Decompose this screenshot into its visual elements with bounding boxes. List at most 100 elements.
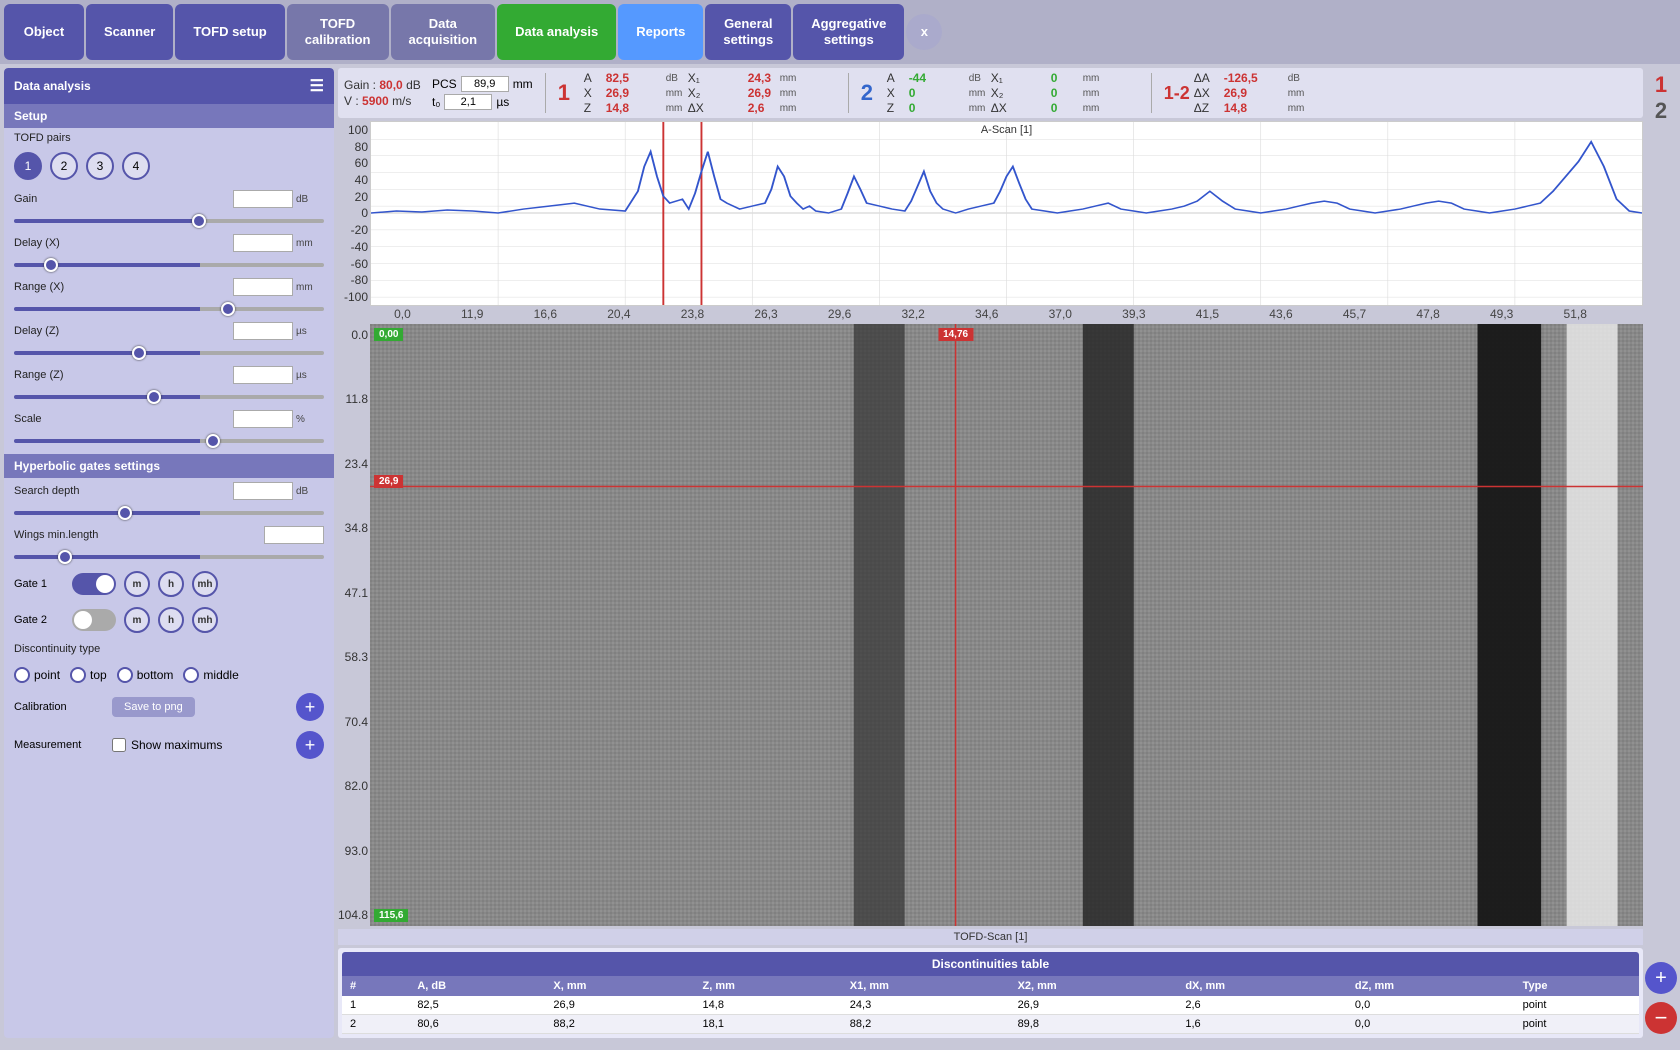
scale-unit: % [296, 414, 324, 425]
gate2-toggle[interactable] [72, 609, 116, 631]
save-png-button[interactable]: Save to png [112, 697, 195, 717]
pair-4[interactable]: 4 [122, 152, 150, 180]
search-depth-row: Search depth 12 dB [4, 478, 334, 502]
t0-label: t₀ [432, 95, 440, 109]
gate1-row: Gate 1 m h mh [4, 566, 334, 602]
scale-input[interactable]: 100 [233, 410, 293, 428]
nav-general-settings[interactable]: General settings [705, 4, 791, 60]
nav-object[interactable]: Object [4, 4, 84, 60]
tofd-y-axis: 0.0 11.8 23.4 34.8 47.1 58.3 70.4 82.0 9… [338, 324, 368, 926]
gate1-toggle[interactable] [72, 573, 116, 595]
nav-tofd-calibration[interactable]: TOFD calibration [287, 4, 389, 60]
xlab-16: 51,8 [1564, 307, 1587, 321]
nav-data-analysis[interactable]: Data analysis [497, 4, 616, 60]
delay-x-row: Delay (X) 0 mm [4, 230, 334, 254]
show-maximums-checkbox[interactable] [112, 738, 126, 752]
gate2-m-btn[interactable]: m [124, 607, 150, 633]
side-marker-2[interactable]: 2 [1655, 98, 1667, 124]
gain-slider-row [4, 210, 334, 230]
left-panel: Data analysis ☰ Setup TOFD pairs 1 2 3 4… [4, 68, 334, 1038]
show-maximums-label[interactable]: Show maximums [112, 738, 222, 752]
xlab-12: 43,6 [1269, 307, 1292, 321]
delay-z-input[interactable]: 41 [233, 322, 293, 340]
tofd-pairs-label: TOFD pairs [14, 132, 324, 144]
radio-point-icon [14, 667, 30, 683]
table-minus-button[interactable]: − [1645, 1002, 1677, 1034]
nav-data-acquisition[interactable]: Data acquisition [391, 4, 496, 60]
wings-slider[interactable] [14, 555, 324, 559]
nav-aggregative-settings[interactable]: Aggregative settings [793, 4, 904, 60]
m2-x2-label: X₂ [991, 86, 1047, 100]
gate1-mh-btn[interactable]: mh [192, 571, 218, 597]
ascan-area: 100 80 60 40 20 0 -20 -40 -60 -80 -100 A… [338, 121, 1643, 306]
row2-z: 18,1 [695, 1015, 842, 1034]
search-depth-slider[interactable] [14, 511, 324, 515]
m1-a-val: 82,5 [606, 71, 662, 85]
m2-a-label: A [887, 71, 905, 85]
ascan-y-40: 40 [338, 173, 368, 187]
pair-3[interactable]: 3 [86, 152, 114, 180]
gate1-m-btn[interactable]: m [124, 571, 150, 597]
m2-z-val: 0 [909, 101, 965, 115]
search-depth-input[interactable]: 12 [233, 482, 293, 500]
gain-label: Gain [14, 193, 233, 205]
ascan-container[interactable]: A-Scan [1] [370, 121, 1643, 306]
wings-input[interactable]: 5 [264, 526, 324, 544]
m1-x2-label: X₂ [688, 86, 744, 100]
range-x-slider[interactable] [14, 307, 324, 311]
row2-num: 2 [342, 1015, 409, 1034]
m1-dx-unit: mm [780, 103, 836, 114]
gate2-h-btn[interactable]: h [158, 607, 184, 633]
delay-x-input[interactable]: 0 [233, 234, 293, 252]
range-z-input[interactable]: 35 [233, 366, 293, 384]
pcs-input[interactable] [461, 76, 509, 92]
range-z-slider-row [4, 386, 334, 406]
delay-x-slider[interactable] [14, 263, 324, 267]
pair-2[interactable]: 2 [50, 152, 78, 180]
nav-reports[interactable]: Reports [618, 4, 703, 60]
col-type: Type [1515, 976, 1639, 996]
disc-type-middle[interactable]: middle [183, 667, 238, 683]
pair-1[interactable]: 1 [14, 152, 42, 180]
row2-x1: 88,2 [842, 1015, 1010, 1034]
scale-slider[interactable] [14, 439, 324, 443]
nav-tofd-setup[interactable]: TOFD setup [175, 4, 284, 60]
delay-z-row: Delay (Z) 41 µs [4, 318, 334, 342]
close-button[interactable]: x [906, 14, 942, 50]
tofd-y-583: 58.3 [338, 650, 368, 664]
discontinuities-table: # A, dB X, mm Z, mm X1, mm X2, mm dX, mm… [342, 976, 1639, 1034]
gain-slider[interactable] [14, 219, 324, 223]
xlab-1: 11,9 [461, 307, 483, 321]
range-x-input[interactable]: 116 [233, 278, 293, 296]
delay-z-slider[interactable] [14, 351, 324, 355]
disc-type-bottom[interactable]: bottom [117, 667, 174, 683]
v-label: V : [344, 94, 359, 108]
marker12-label: 1-2 [1164, 83, 1190, 104]
disc-type-top[interactable]: top [70, 667, 107, 683]
nav-scanner[interactable]: Scanner [86, 4, 173, 60]
wings-slider-row [4, 546, 334, 566]
side-marker-1[interactable]: 1 [1655, 72, 1667, 98]
gate1-h-btn[interactable]: h [158, 571, 184, 597]
measurement-plus-button[interactable]: + [296, 731, 324, 759]
calibration-plus-button[interactable]: + [296, 693, 324, 721]
range-z-slider[interactable] [14, 395, 324, 399]
hamburger-icon[interactable]: ☰ [310, 76, 324, 96]
v-unit: m/s [392, 94, 411, 108]
table-plus-button[interactable]: + [1645, 962, 1677, 994]
tofd-y-0: 0.0 [338, 328, 368, 342]
tofd-pairs-row: TOFD pairs [4, 128, 334, 146]
m1-x2-unit: mm [780, 88, 836, 99]
disc-type-point[interactable]: point [14, 667, 60, 683]
pcs-block: PCS mm t₀ µs [432, 71, 533, 115]
disc-top-label: top [90, 668, 107, 682]
m2-x-unit: mm [969, 88, 987, 99]
range-x-unit: mm [296, 282, 324, 293]
m2-x-label: X [887, 86, 905, 100]
tofd-scan-image[interactable]: 0,00 14,76 26,9 115,6 [370, 324, 1643, 926]
gate2-mh-btn[interactable]: mh [192, 607, 218, 633]
gain-input[interactable]: 80 [233, 190, 293, 208]
search-depth-unit: dB [296, 486, 324, 497]
t0-input[interactable] [444, 94, 492, 110]
gate2-label: Gate 2 [14, 614, 64, 626]
